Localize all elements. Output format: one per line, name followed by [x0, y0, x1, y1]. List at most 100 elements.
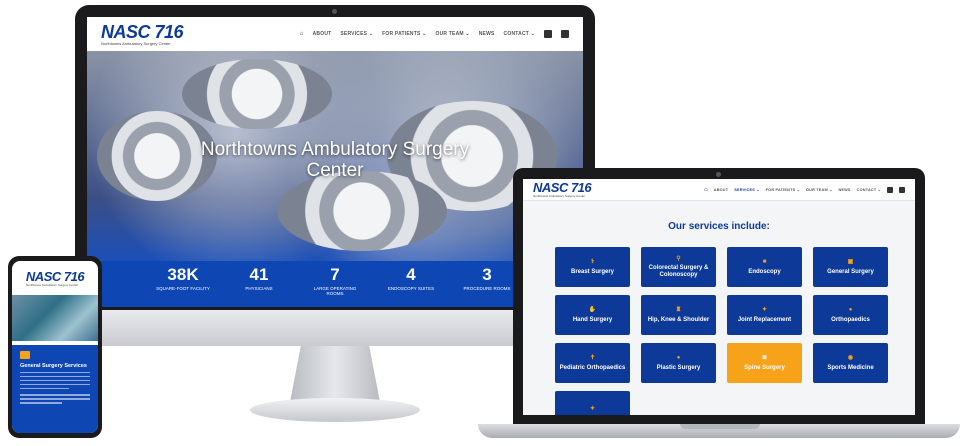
service-card-joint-replacement[interactable]: ✦ Joint Replacement	[727, 295, 802, 335]
person-walking-icon: ♜	[675, 307, 682, 313]
user-icon: ●	[676, 355, 681, 361]
briefcase-icon: ▣	[847, 259, 854, 265]
service-label: Plastic Surgery	[656, 364, 701, 371]
camera-dot	[716, 172, 721, 177]
service-label: Hand Surgery	[572, 316, 613, 323]
linkedin-icon[interactable]	[899, 186, 905, 193]
nav-about[interactable]: ABOUT	[714, 188, 729, 192]
desktop-screen: NASC 716 Northtowns Ambulatory Surgery C…	[87, 17, 583, 307]
camera-icon: ■	[762, 259, 767, 265]
stat-label: LARGE OPERATING ROOMS	[313, 286, 357, 296]
facebook-icon[interactable]	[887, 186, 893, 193]
service-card-plastic-surgery[interactable]: ● Plastic Surgery	[641, 343, 716, 383]
nav-our-team[interactable]: OUR TEAM ⌄	[806, 187, 833, 192]
nav-contact[interactable]: CONTACT ⌄	[857, 187, 881, 192]
nav-services[interactable]: SERVICES ⌄	[340, 31, 373, 37]
phone-screen: NASC 716 Northtowns Ambulatory Surgery C…	[12, 261, 98, 433]
service-card-breast-surgery[interactable]: ⚕ Breast Surgery	[555, 247, 630, 287]
stat-label: PROCEDURE ROOMS	[463, 286, 511, 291]
laptop: NASC 716 Northtowns Ambulatory Surgery C…	[513, 168, 925, 426]
stat-value: 38K	[167, 265, 199, 284]
phone-logo[interactable]: NASC 716 Northtowns Ambulatory Surgery C…	[25, 270, 85, 287]
bone-icon: ✦	[761, 307, 768, 313]
stat-label: ENDOSCOPY SUITES	[387, 286, 435, 291]
laptop-navbar: NASC 716 Northtowns Ambulatory Surgery C…	[523, 179, 915, 201]
nav-for-patients[interactable]: FOR PATIENTS ⌄	[382, 31, 426, 37]
hand-icon: ✋	[588, 307, 597, 313]
service-card-colorectal[interactable]: ⚲ Colorectal Surgery & Colonoscopy	[641, 247, 716, 287]
service-icon: ✦	[589, 406, 596, 413]
monitor-base	[250, 398, 420, 422]
text-placeholder-line	[20, 379, 90, 381]
camera-dot	[332, 9, 337, 14]
laptop-logo[interactable]: NASC 716 Northtowns Ambulatory Surgery C…	[533, 180, 592, 198]
service-card-hip-knee-shoulder[interactable]: ♜ Hip, Knee & Shoulder	[641, 295, 716, 335]
stat-item: 7 LARGE OPERATING ROOMS	[305, 261, 365, 307]
person-icon: ●	[848, 307, 853, 313]
service-label: Hip, Knee & Shoulder	[647, 316, 710, 323]
service-card-hand-surgery[interactable]: ✋ Hand Surgery	[555, 295, 630, 335]
phone: NASC 716 Northtowns Ambulatory Surgery C…	[8, 256, 102, 438]
nav-contact[interactable]: CONTACT ⌄	[504, 31, 535, 37]
home-icon[interactable]: ⌂	[704, 187, 708, 193]
hero-title-line2: Center	[306, 160, 364, 181]
logo-text: NASC 716	[533, 180, 592, 195]
magnifier-icon: ⚲	[676, 255, 681, 262]
stat-value: 3	[482, 265, 492, 284]
text-placeholder-line	[20, 398, 90, 400]
stat-item: 38K SQUARE-FOOT FACILITY	[153, 261, 213, 307]
surgical-lamp-image	[182, 59, 332, 129]
service-card-sports-medicine[interactable]: ◉ Sports Medicine	[813, 343, 888, 383]
home-icon[interactable]: ⌂	[300, 31, 304, 37]
linkedin-icon[interactable]	[561, 30, 569, 38]
briefcase-icon	[20, 351, 30, 359]
stat-label: SQUARE-FOOT FACILITY	[156, 286, 210, 291]
desktop-menu: ⌂ ABOUT SERVICES ⌄ FOR PATIENTS ⌄ OUR TE…	[300, 30, 569, 38]
child-icon: ✝	[589, 355, 596, 361]
stat-value: 4	[406, 265, 416, 284]
text-placeholder-line	[20, 383, 90, 385]
stat-item: 3 PROCEDURE ROOMS	[457, 261, 517, 307]
desktop-navbar: NASC 716 Northtowns Ambulatory Surgery C…	[87, 17, 583, 51]
surgical-lamp-image	[277, 171, 447, 251]
service-label: Orthopaedics	[831, 316, 870, 323]
laptop-menu: ⌂ ABOUT SERVICES ⌄ FOR PATIENTS ⌄ OUR TE…	[704, 186, 905, 193]
logo-tagline: Northtowns Ambulatory Surgery Center	[25, 282, 79, 287]
service-card-orthopaedics[interactable]: ● Orthopaedics	[813, 295, 888, 335]
service-label: Sports Medicine	[827, 364, 874, 371]
stat-value: 7	[330, 265, 340, 284]
nav-for-patients[interactable]: FOR PATIENTS ⌄	[766, 187, 800, 192]
service-label: General Surgery	[827, 268, 874, 275]
ball-icon: ◉	[847, 355, 854, 361]
hero-title: Northtowns Ambulatory Surgery Center	[87, 139, 583, 181]
service-label: Colorectal Surgery & Colonoscopy	[648, 265, 709, 278]
service-label: Joint Replacement	[737, 316, 792, 323]
service-label: Pediatric Orthopaedics	[559, 364, 626, 371]
laptop-notch	[680, 424, 760, 429]
service-label: Breast Surgery	[570, 268, 615, 275]
spine-icon: ≣	[761, 355, 768, 361]
laptop-screen: NASC 716 Northtowns Ambulatory Surgery C…	[523, 179, 915, 415]
stats-bar: 38K SQUARE-FOOT FACILITY 41 PHYSICIANS 7…	[87, 261, 583, 307]
nav-news[interactable]: NEWS	[838, 188, 850, 192]
nav-our-team[interactable]: OUR TEAM ⌄	[435, 31, 469, 37]
desktop-logo[interactable]: NASC 716 Northtowns Ambulatory Surgery C…	[101, 23, 184, 46]
nav-services[interactable]: SERVICES ⌄	[734, 187, 759, 192]
service-detail-card: General Surgery Services	[12, 345, 98, 433]
service-card-pediatric-orthopaedics[interactable]: ✝ Pediatric Orthopaedics	[555, 343, 630, 383]
hero-title-line1: Northtowns Ambulatory Surgery	[200, 139, 470, 160]
facebook-icon[interactable]	[544, 30, 552, 38]
stat-item: 41 PHYSICIANS	[229, 261, 289, 307]
stat-label: PHYSICIANS	[245, 286, 273, 291]
service-card-partial[interactable]: ✦	[555, 391, 630, 415]
hero-banner: Northtowns Ambulatory Surgery Center	[87, 51, 583, 261]
text-placeholder-line	[20, 387, 69, 389]
nav-news[interactable]: NEWS	[479, 31, 495, 37]
stat-value: 41	[249, 265, 269, 284]
services-heading: Our services include:	[668, 221, 770, 232]
logo-tagline: Northtowns Ambulatory Surgery Center	[533, 194, 586, 198]
service-card-endoscopy[interactable]: ■ Endoscopy	[727, 247, 802, 287]
nav-about[interactable]: ABOUT	[313, 31, 332, 37]
service-card-spine-surgery[interactable]: ≣ Spine Surgery	[727, 343, 802, 383]
service-card-general-surgery[interactable]: ▣ General Surgery	[813, 247, 888, 287]
